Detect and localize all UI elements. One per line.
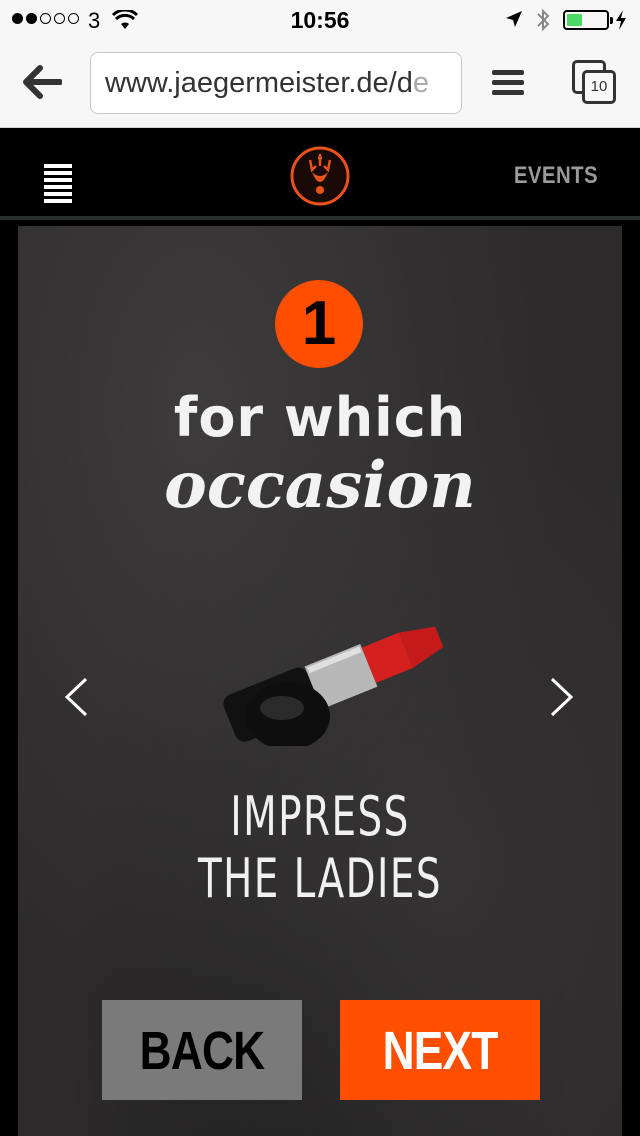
- previous-arrow-icon[interactable]: [62, 676, 90, 723]
- back-arrow-icon[interactable]: [22, 64, 63, 105]
- events-link[interactable]: EVENTS: [514, 162, 598, 190]
- answer-line-1: IMPRESS: [230, 785, 410, 848]
- tab-count: 10: [582, 70, 616, 104]
- browser-toolbar: www.jaegermeister.de/de 10: [0, 40, 640, 128]
- step-number-badge: 1: [275, 280, 363, 368]
- question-line-2: occasion: [164, 448, 476, 523]
- site-header: EVENTS: [0, 128, 640, 220]
- url-text: www.jaegermeister.de/d: [105, 67, 413, 99]
- next-button-label: NEXT: [382, 1021, 499, 1081]
- url-text-faded: e: [412, 67, 430, 99]
- address-bar[interactable]: www.jaegermeister.de/de: [90, 52, 462, 114]
- back-button-label: BACK: [139, 1021, 265, 1081]
- answer-option[interactable]: IMPRESS THE LADIES: [103, 786, 538, 910]
- quiz-panel: 1 for which occasion IMPRESS THE LADIES …: [18, 226, 622, 1136]
- question-line-1: for which: [173, 386, 467, 449]
- tabs-button[interactable]: 10: [572, 60, 616, 106]
- hamburger-menu-icon[interactable]: [44, 164, 72, 206]
- status-bar: 3 10:56: [0, 0, 640, 40]
- location-icon: [505, 10, 523, 33]
- lipstick-image: [223, 626, 444, 746]
- menu-icon[interactable]: [492, 70, 524, 100]
- battery-icon: [563, 10, 613, 30]
- answer-line-2: THE LADIES: [197, 847, 443, 910]
- jaegermeister-logo[interactable]: [290, 146, 350, 206]
- back-button[interactable]: BACK: [102, 1000, 302, 1100]
- next-arrow-icon[interactable]: [548, 676, 576, 723]
- charging-icon: [614, 9, 628, 36]
- bluetooth-icon: [535, 8, 551, 37]
- next-button[interactable]: NEXT: [340, 1000, 540, 1100]
